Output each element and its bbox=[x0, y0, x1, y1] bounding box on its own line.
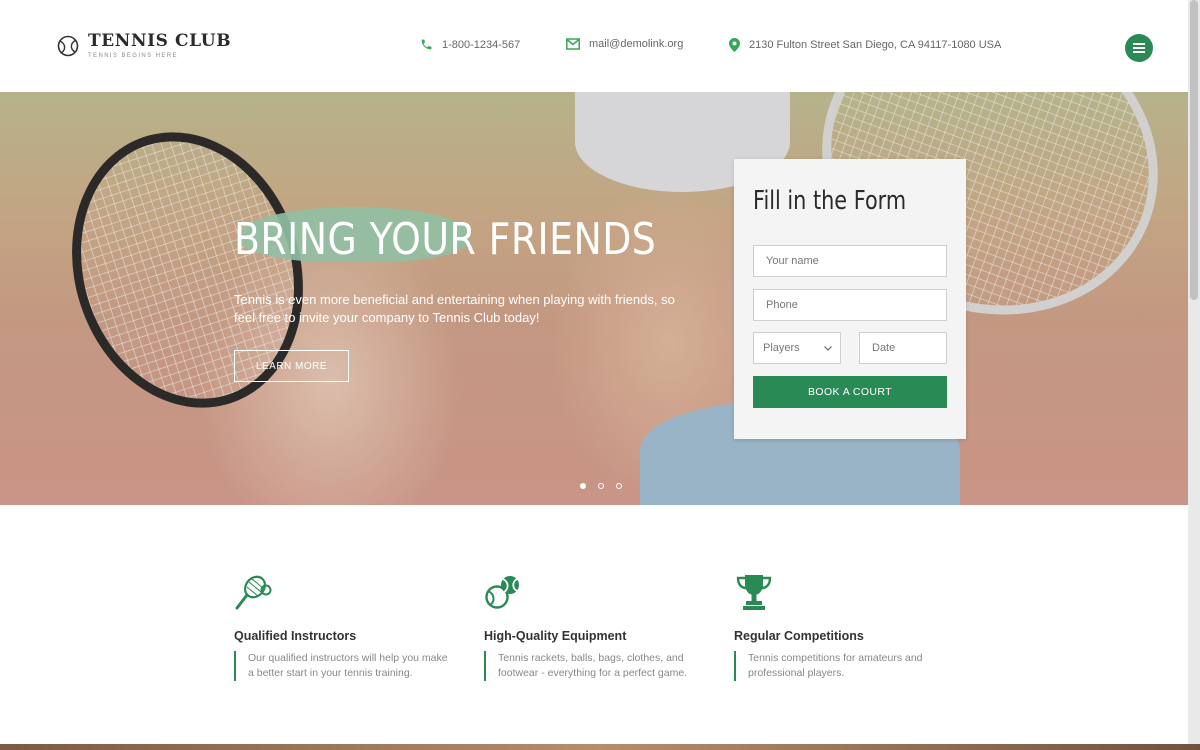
hero-text: Tennis is even more beneficial and enter… bbox=[234, 292, 675, 325]
book-court-button[interactable]: BOOK A COURT bbox=[753, 376, 947, 408]
contact-phone-text: 1-800-1234-567 bbox=[442, 38, 521, 51]
next-section-preview bbox=[0, 744, 1200, 750]
feature-regular-competitions: Regular Competitions Tennis competitions… bbox=[734, 572, 974, 681]
trophy-icon bbox=[736, 575, 772, 610]
players-select-value: Players bbox=[763, 342, 800, 354]
tennis-ball-icon bbox=[57, 35, 79, 57]
logo-text: TENNIS CLUB TENNIS BEGINS HERE bbox=[88, 32, 231, 59]
contact-address-text: 2130 Fulton Street San Diego, CA 94117-1… bbox=[749, 39, 1002, 51]
date-input[interactable]: Date bbox=[859, 332, 947, 364]
feature-text: Tennis competitions for amateurs and pro… bbox=[734, 651, 954, 681]
contact-email-text: mail@demolink.org bbox=[589, 38, 684, 50]
slider-pagination bbox=[580, 483, 634, 489]
slider-dot-3[interactable] bbox=[616, 483, 622, 489]
feature-title: Qualified Instructors bbox=[234, 629, 357, 643]
name-input[interactable]: Your name bbox=[753, 245, 947, 277]
menu-button[interactable] bbox=[1125, 34, 1153, 62]
slider-dot-2[interactable] bbox=[598, 483, 604, 489]
hero-title: BRING YOUR FRIENDS bbox=[234, 214, 657, 265]
hero-slider: BRING YOUR FRIENDS Tennis is even more b… bbox=[0, 92, 1200, 505]
form-title: Fill in the Form bbox=[753, 186, 907, 216]
feature-title: Regular Competitions bbox=[734, 629, 864, 643]
contact-phone[interactable]: 1-800-1234-567 bbox=[420, 38, 520, 51]
scrollbar-thumb[interactable] bbox=[1190, 0, 1198, 300]
chevron-down-icon bbox=[824, 345, 832, 351]
phone-input[interactable]: Phone bbox=[753, 289, 947, 321]
players-select[interactable]: Players bbox=[753, 332, 841, 364]
booking-form: Fill in the Form Your name Phone Players… bbox=[734, 159, 966, 439]
feature-title: High-Quality Equipment bbox=[484, 629, 627, 643]
phone-icon bbox=[421, 39, 432, 50]
feature-high-quality-equipment: High-Quality Equipment Tennis rackets, b… bbox=[484, 572, 724, 681]
site-header: TENNIS CLUB TENNIS BEGINS HERE 1-800-123… bbox=[0, 0, 1200, 92]
logo-title: TENNIS CLUB bbox=[88, 31, 232, 51]
logo-tagline: TENNIS BEGINS HERE bbox=[88, 53, 178, 59]
slider-dot-1[interactable] bbox=[580, 483, 586, 489]
learn-more-button[interactable]: LEARN MORE bbox=[234, 350, 349, 382]
map-pin-icon bbox=[729, 38, 740, 52]
logo[interactable]: TENNIS CLUB TENNIS BEGINS HERE bbox=[57, 32, 231, 59]
feature-text: Tennis rackets, balls, bags, clothes, an… bbox=[484, 651, 704, 681]
feature-text: Our qualified instructors will help you … bbox=[234, 651, 454, 681]
tennis-balls-icon bbox=[485, 576, 519, 609]
contact-address[interactable]: 2130 Fulton Street San Diego, CA 94117-1… bbox=[729, 38, 1001, 52]
racket-and-ball-icon bbox=[235, 575, 272, 610]
hamburger-menu-icon bbox=[1133, 43, 1145, 53]
mail-icon bbox=[566, 38, 580, 50]
feature-qualified-instructors: Qualified Instructors Our qualified inst… bbox=[234, 572, 474, 681]
contact-email[interactable]: mail@demolink.org bbox=[566, 38, 683, 50]
